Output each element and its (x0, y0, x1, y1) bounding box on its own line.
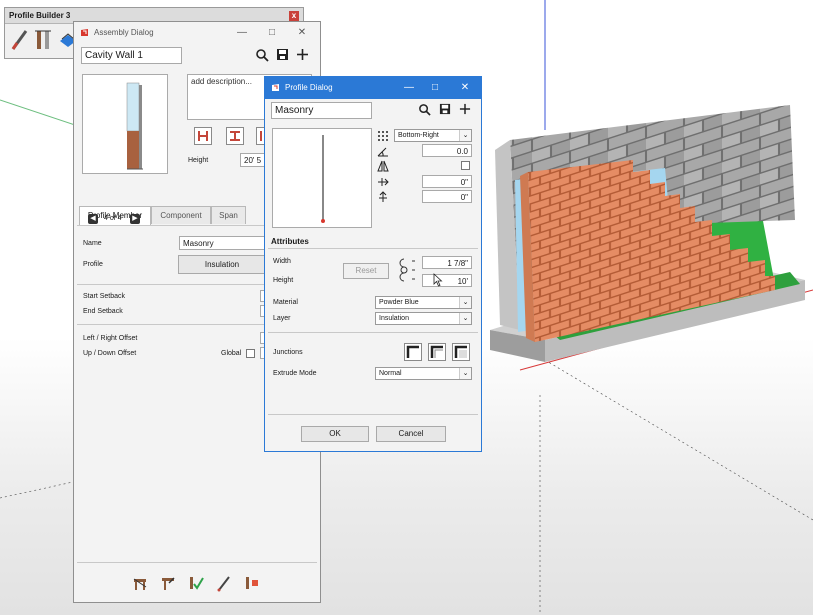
junction-type-2-icon[interactable] (428, 343, 446, 361)
alignment-value: Bottom-Right (398, 132, 439, 139)
alignment-grid-icon (378, 131, 388, 141)
offset-x-icon (378, 178, 389, 186)
attributes-heading: Attributes (271, 237, 309, 246)
bottom-divider (77, 562, 317, 563)
rotation-input[interactable]: 0.0 (422, 144, 472, 157)
name-label: Name (83, 240, 102, 247)
material-label: Material (273, 299, 298, 306)
left-right-offset-label: Left / Right Offset (83, 335, 138, 342)
next-member-button[interactable]: ▶ (130, 214, 140, 224)
mirror-checkbox[interactable] (461, 161, 470, 170)
add-icon[interactable] (459, 103, 471, 115)
tab-span[interactable]: Span (211, 206, 246, 224)
chevron-down-icon: ⌄ (459, 368, 471, 379)
chevron-down-icon: ⌄ (459, 297, 471, 308)
edit-assembly-icon[interactable] (160, 574, 176, 592)
profile-member-icon[interactable] (33, 27, 55, 53)
junctions-label: Junctions (273, 349, 303, 356)
close-icon[interactable]: ✕ (457, 80, 473, 96)
align-left-icon[interactable] (194, 127, 212, 145)
offset-x-input[interactable]: 0" (422, 175, 472, 188)
profile-select-button[interactable]: Insulation (178, 255, 266, 274)
global-label: Global (221, 350, 242, 357)
extrude-mode-value: Normal (379, 370, 402, 377)
minimize-icon[interactable]: — (234, 25, 250, 41)
junction-type-1-icon[interactable] (404, 343, 422, 361)
align-center-icon[interactable] (226, 127, 244, 145)
maximize-icon[interactable]: □ (427, 80, 443, 96)
profile-name-input[interactable]: Masonry (271, 102, 372, 119)
offset-y-input[interactable]: 0" (422, 190, 472, 203)
up-down-offset-label: Up / Down Offset (83, 350, 137, 357)
junction-type-3-icon[interactable] (452, 343, 470, 361)
assembly-titlebar: Assembly Dialog — □ ✕ (74, 22, 320, 44)
assembly-name-input[interactable]: Cavity Wall 1 (81, 47, 182, 64)
chevron-down-icon: ⌄ (459, 130, 471, 141)
chevron-down-icon: ⌄ (459, 313, 471, 324)
junction-divider (268, 332, 478, 333)
extrude-mode-select[interactable]: Normal ⌄ (375, 367, 472, 380)
material-select[interactable]: Powder Blue ⌄ (375, 296, 472, 309)
extrude-mode-label: Extrude Mode (273, 370, 317, 377)
ok-button[interactable]: OK (301, 426, 369, 442)
reset-button[interactable]: Reset (343, 263, 389, 279)
search-icon[interactable] (418, 103, 431, 116)
member-name-input[interactable]: Masonry (179, 236, 267, 250)
layer-label: Layer (273, 315, 291, 322)
profile-titlebar: Profile Dialog — □ ✕ (265, 77, 481, 99)
green-axis-dotted (544, 359, 813, 521)
height-label: Height (188, 157, 209, 164)
global-checkbox[interactable] (246, 349, 255, 358)
material-value: Powder Blue (379, 299, 419, 306)
start-setback-label: Start Setback (83, 293, 126, 300)
search-icon[interactable] (255, 48, 269, 62)
check-icon[interactable] (188, 574, 204, 592)
add-icon[interactable] (296, 48, 309, 61)
minimize-icon[interactable]: — (401, 80, 417, 96)
attributes-divider (268, 248, 478, 249)
cancel-button[interactable]: Cancel (376, 426, 446, 442)
width-input[interactable]: 1 7/8" (422, 256, 472, 269)
profile-title: Profile Dialog (285, 83, 333, 92)
prev-member-button[interactable]: ◀ (88, 214, 98, 224)
layer-value: Insulation (379, 315, 409, 322)
maximize-icon[interactable]: □ (264, 25, 280, 41)
member-counter: 4 of 4 (104, 215, 122, 222)
brush-icon[interactable] (9, 27, 31, 53)
close-icon[interactable]: ✕ (294, 25, 310, 41)
height-label: Height (273, 277, 294, 284)
build-assembly-icon[interactable] (132, 574, 148, 592)
footer-divider (268, 414, 478, 415)
tab-component[interactable]: Component (151, 206, 211, 224)
assembly-title: Assembly Dialog (94, 28, 154, 37)
end-setback-label: End Setback (83, 308, 123, 315)
mouse-cursor-icon (433, 273, 443, 287)
alignment-select[interactable]: Bottom-Right ⌄ (394, 129, 472, 142)
eyedropper-icon[interactable] (216, 574, 232, 592)
profile-preview (272, 128, 372, 228)
assembly-preview (82, 74, 168, 174)
rotation-icon (377, 147, 388, 157)
sketchup-app-icon (81, 29, 88, 36)
height-input[interactable]: 10' (422, 274, 472, 287)
link-dimensions-icon[interactable] (398, 257, 418, 283)
save-icon[interactable] (276, 48, 289, 61)
profile-label: Profile (83, 261, 103, 268)
toolbar-close-button[interactable]: x (289, 11, 299, 21)
width-label: Width (273, 258, 291, 265)
replace-icon[interactable] (244, 574, 260, 592)
profile-dialog: Profile Dialog — □ ✕ Masonry Bottom-Righ… (264, 76, 482, 452)
layer-select[interactable]: Insulation ⌄ (375, 312, 472, 325)
offset-y-icon (379, 191, 387, 202)
toolbar-title: Profile Builder 3 (9, 11, 71, 20)
mirror-icon (377, 160, 389, 172)
sketchup-app-icon (272, 84, 279, 91)
save-icon[interactable] (439, 103, 451, 115)
